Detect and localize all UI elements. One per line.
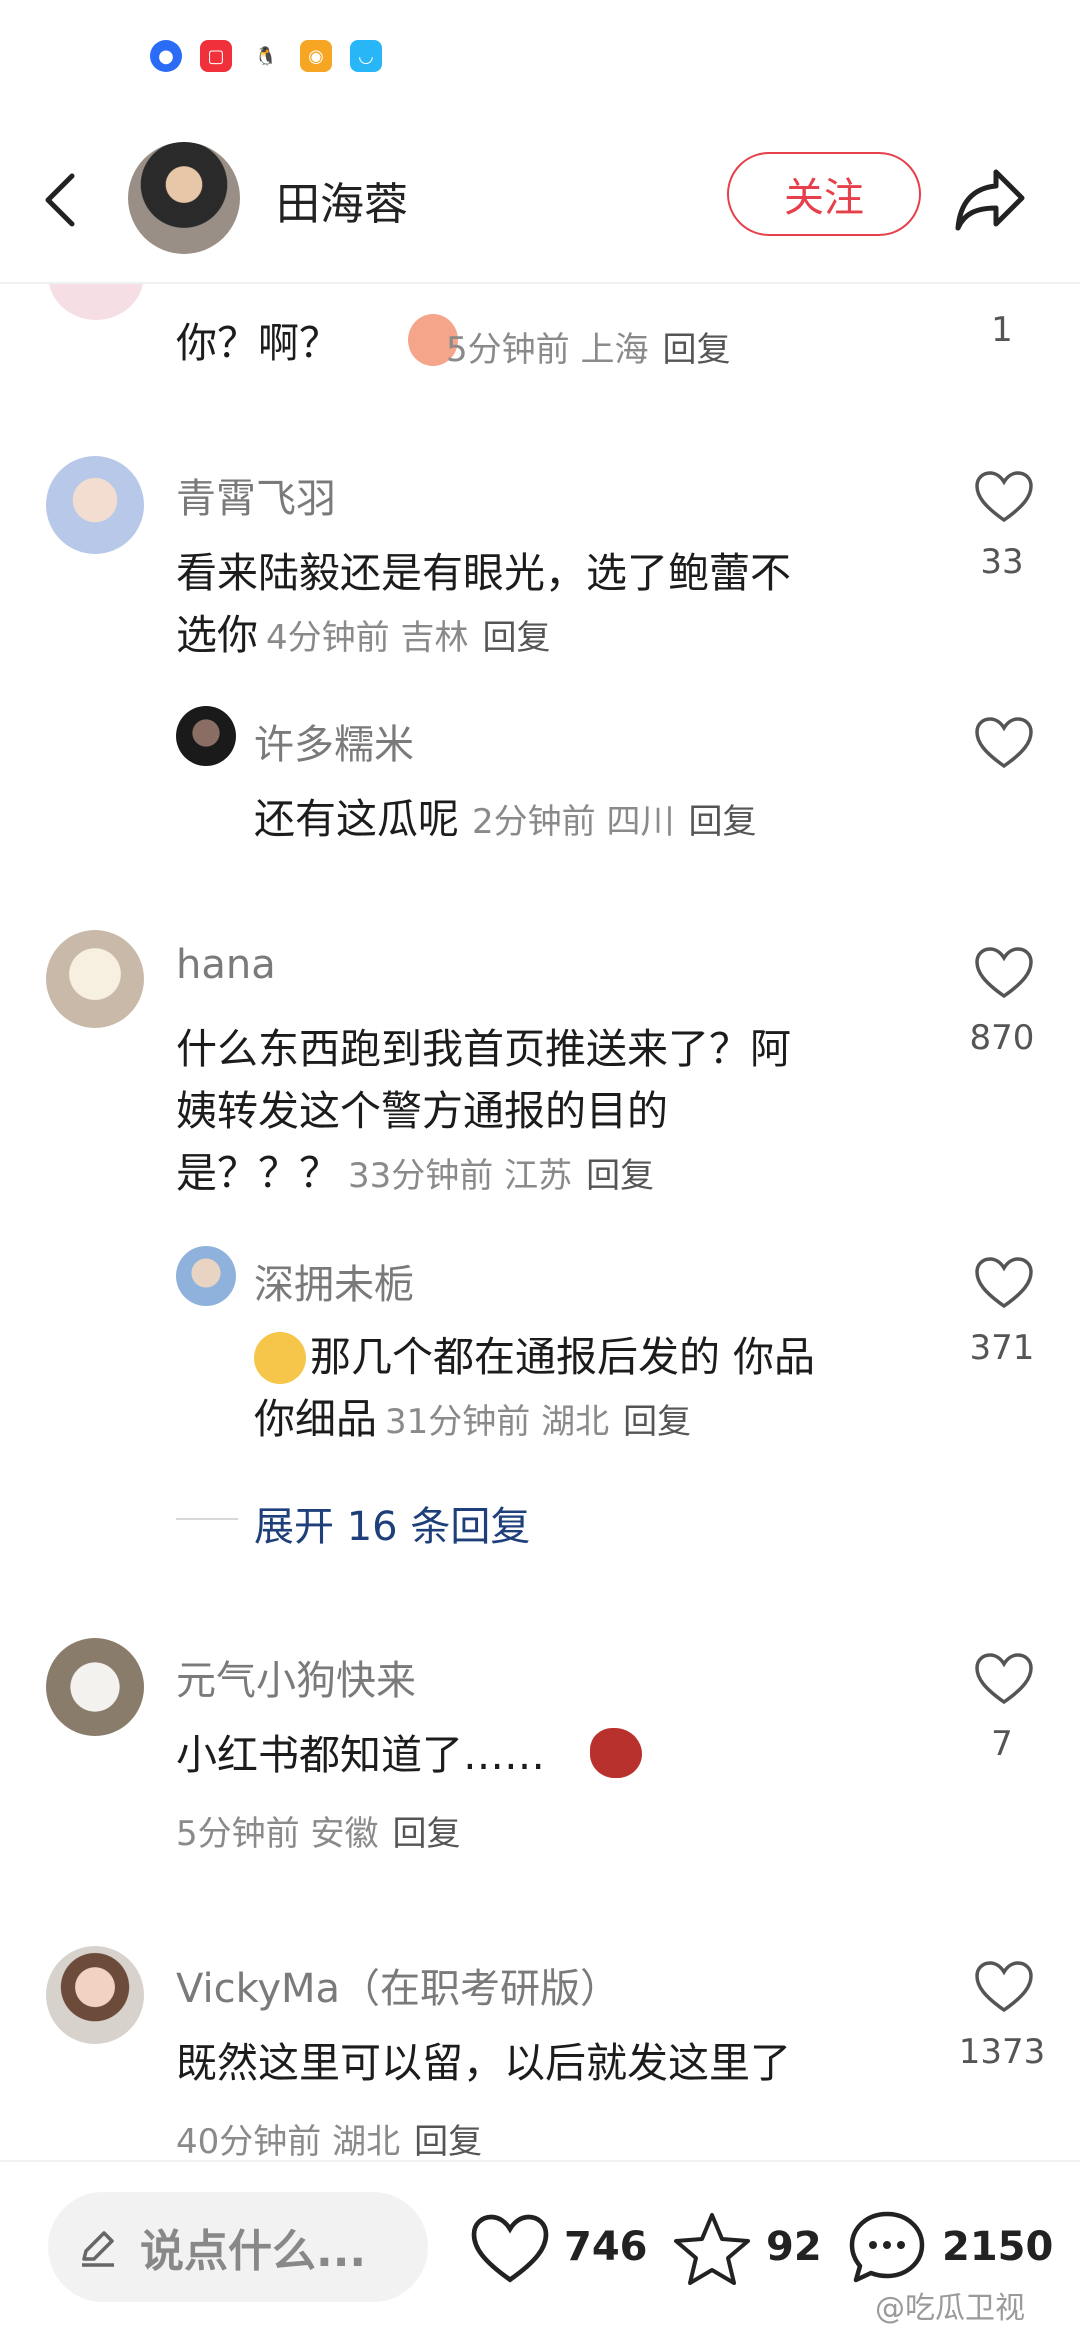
comment-text: 你？啊？	[176, 319, 340, 367]
share-icon[interactable]	[952, 164, 1028, 234]
heart-icon[interactable]	[974, 1960, 1034, 2014]
heart-icon[interactable]	[974, 1256, 1034, 1310]
comment-input[interactable]: 说点什么...	[48, 2192, 428, 2302]
reply-button[interactable]: 回复	[482, 618, 550, 658]
avatar[interactable]	[176, 706, 236, 766]
expand-replies-button[interactable]: 展开 16 条回复	[254, 1494, 530, 1552]
author-avatar[interactable]	[128, 142, 240, 254]
heart-icon[interactable]	[974, 946, 1034, 1000]
commenter-name[interactable]: 深拥未栀	[254, 1252, 414, 1310]
avatar[interactable]	[46, 930, 144, 1028]
heart-icon[interactable]	[974, 716, 1034, 770]
comment-text: 什么东西跑到我首页推送来了？阿 姨转发这个警方通报的目的 是？？？ 33分钟前 …	[176, 1018, 936, 1207]
shop-icon: ◡	[350, 40, 382, 72]
reply-button[interactable]: 回复	[662, 330, 730, 370]
qq-icon: 🐧	[250, 40, 282, 72]
avatar[interactable]	[46, 1638, 144, 1736]
commenter-name[interactable]: 许多糯米	[254, 712, 414, 770]
comment-meta: 5分钟前 安徽 回复	[176, 1814, 461, 1854]
reply-text: 那几个都在通报后发的 你品 你细品 31分钟前 湖北 回复	[254, 1326, 934, 1453]
reply-text: 还有这瓜呢 2分钟前 四川 回复	[254, 795, 757, 843]
comment-meta: 5分钟前 上海 回复	[446, 330, 731, 370]
reply-button[interactable]: 回复	[623, 1402, 691, 1442]
reply-button[interactable]: 回复	[689, 802, 757, 842]
header-divider	[0, 282, 1080, 284]
sweet-potato-emoji	[590, 1728, 642, 1778]
reply-button[interactable]: 回复	[586, 1156, 654, 1196]
avatar[interactable]	[46, 1946, 144, 2044]
avatar[interactable]	[176, 1246, 236, 1306]
like-count: 33	[980, 542, 1024, 582]
comment-meta: 2分钟前 四川 回复	[472, 802, 757, 842]
commenter-name[interactable]: hana	[176, 942, 276, 988]
like-count: 870	[969, 1018, 1035, 1058]
like-count: 371	[969, 1328, 1035, 1368]
follow-button[interactable]: 关注	[727, 152, 921, 236]
back-icon[interactable]	[40, 170, 80, 230]
star-icon[interactable]	[672, 2210, 752, 2288]
comment-meta: 33分钟前 江苏 回复	[348, 1156, 655, 1196]
like-count: 746	[564, 2224, 648, 2270]
top-header: 田海蓉 关注	[0, 120, 1080, 280]
comment-meta: 40分钟前 湖北 回复	[176, 2122, 483, 2162]
baidu-icon: ●	[150, 40, 182, 72]
like-icon[interactable]	[470, 2212, 550, 2286]
comment-text: 既然这里可以留，以后就发这里了	[176, 2039, 791, 2087]
comment-icon[interactable]	[846, 2208, 928, 2288]
author-name[interactable]: 田海蓉	[276, 168, 408, 232]
watermark: @吃瓜卫视	[875, 2291, 1025, 2326]
heart-icon[interactable]	[974, 1652, 1034, 1706]
pencil-icon	[82, 2231, 114, 2267]
comment-meta: 4分钟前 吉林 回复	[266, 618, 551, 658]
commenter-name[interactable]: VickyMa（在职考研版）	[176, 1956, 620, 2014]
star-count: 92	[766, 2224, 822, 2270]
commenter-name[interactable]: 元气小狗快来	[176, 1648, 416, 1706]
reply-button[interactable]: 回复	[414, 2122, 482, 2162]
comment-meta: 31分钟前 湖北 回复	[385, 1402, 692, 1442]
reply-button[interactable]: 回复	[392, 1814, 460, 1854]
commenter-name[interactable]: 青霄飞羽	[176, 466, 336, 524]
like-count: 1373	[958, 2032, 1046, 2072]
avatar[interactable]	[46, 456, 144, 554]
expand-divider	[176, 1518, 238, 1520]
like-count: 7	[991, 1724, 1013, 1764]
comment-text: 看来陆毅还是有眼光，选了鲍蕾不 选你 4分钟前 吉林 回复	[176, 542, 936, 669]
weibo-icon: ◉	[300, 40, 332, 72]
comment-count: 2150	[942, 2224, 1054, 2270]
comment-text: 小红书都知道了……	[176, 1731, 545, 1779]
input-placeholder: 说点什么...	[140, 2226, 367, 2277]
heart-icon[interactable]	[974, 470, 1034, 524]
like-count: 1	[991, 310, 1013, 350]
status-bar-icons: ● ▢ 🐧 ◉ ◡	[150, 40, 382, 72]
red-note-icon: ▢	[200, 40, 232, 72]
